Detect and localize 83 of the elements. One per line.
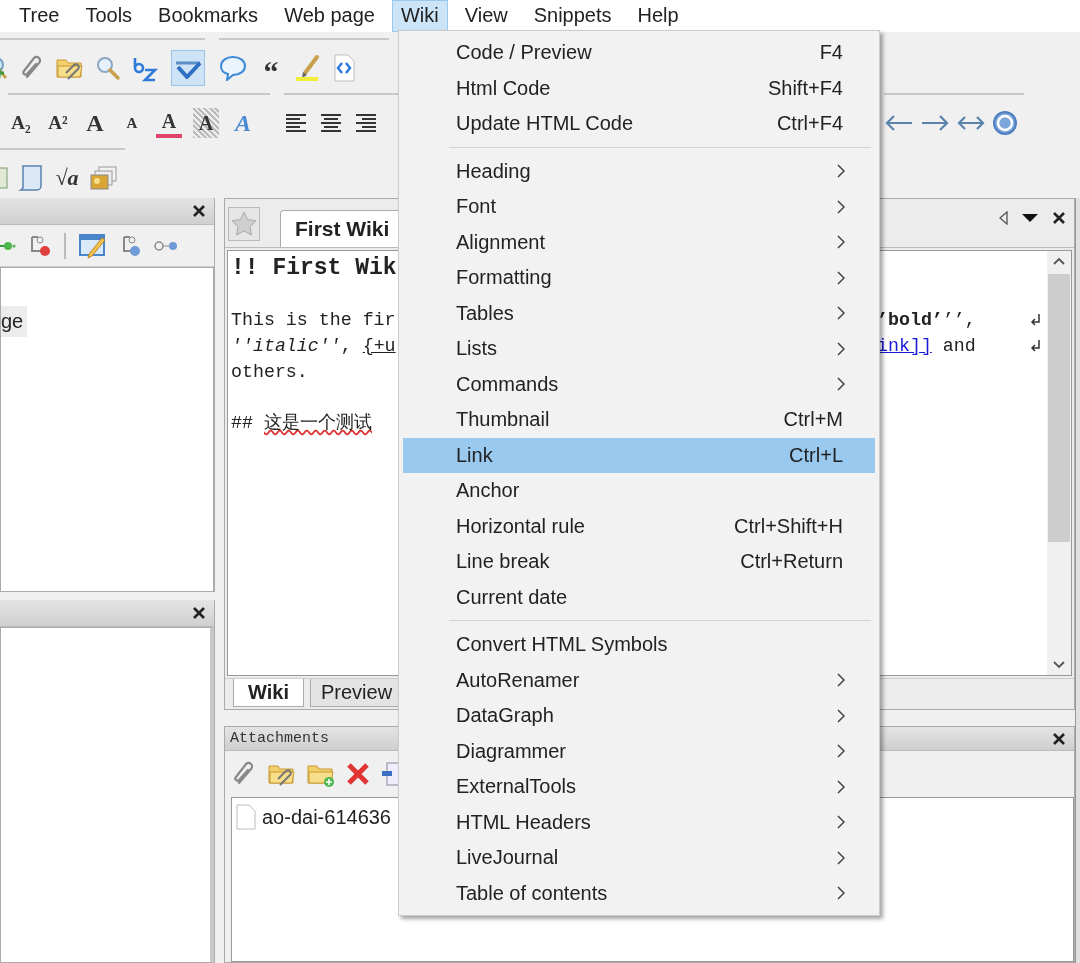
images-icon[interactable] <box>90 165 118 191</box>
menu-item[interactable]: Heading <box>403 153 875 189</box>
code-document-icon[interactable] <box>332 54 356 82</box>
menu-item[interactable]: Font <box>403 189 875 225</box>
branch-node-icon[interactable] <box>120 233 142 258</box>
menu-item[interactable]: LiveJournal <box>403 840 875 876</box>
editor-text: !! First Wik <box>231 255 397 281</box>
align-center-icon[interactable] <box>319 112 343 134</box>
menu-item[interactable]: Web page <box>275 0 384 32</box>
menu-item[interactable]: Wiki <box>391 0 448 32</box>
menu-item[interactable]: AutoRenamer <box>403 662 875 698</box>
scroll-icon[interactable] <box>18 164 44 192</box>
align-right-icon[interactable] <box>354 112 378 134</box>
tab-list-icon[interactable] <box>1022 213 1038 223</box>
close-icon[interactable] <box>1052 731 1066 746</box>
quote-button[interactable]: “ <box>258 55 284 81</box>
menu-item[interactable]: Link Ctrl+L <box>403 437 875 473</box>
spellcheck-button[interactable] <box>171 50 205 86</box>
editor-text: ''italic'', <box>231 336 353 356</box>
menu-item[interactable]: Current date <box>403 579 875 615</box>
line-wrap-icon <box>1029 312 1041 328</box>
menu-item[interactable]: Tables <box>403 295 875 331</box>
editor-text: ’bold’’’, <box>877 310 976 330</box>
menu-item[interactable]: DataGraph <box>403 698 875 734</box>
menu-item[interactable]: Commands <box>403 366 875 402</box>
scrollbar-thumb[interactable] <box>1048 274 1070 542</box>
wiki-link[interactable]: ink]] <box>877 336 932 356</box>
menu-item[interactable]: Convert HTML Symbols <box>403 627 875 663</box>
superscript-button[interactable]: A² <box>45 108 71 138</box>
menu-item[interactable]: Tools <box>76 0 142 32</box>
search-icon[interactable] <box>95 55 121 81</box>
font-shrink-button[interactable]: A <box>119 108 145 138</box>
scroll-tabs-left-icon[interactable] <box>998 211 1008 225</box>
editor-text: {+u <box>362 336 396 356</box>
page-item[interactable]: ge <box>1 306 28 337</box>
editor-text: others. <box>231 362 308 382</box>
menu-item[interactable]: Html Code Shift+F4 <box>403 70 875 106</box>
speech-bubble-icon[interactable] <box>219 55 247 81</box>
line-wrap-icon <box>1029 338 1041 354</box>
editor-text: This is the fir <box>231 310 396 330</box>
menu-item[interactable]: ExternalTools <box>403 769 875 805</box>
menu-item[interactable]: HTML Headers <box>403 804 875 840</box>
menu-item[interactable]: Code / Preview F4 <box>403 35 875 71</box>
panel-title: Attachments <box>230 730 330 747</box>
menu-item[interactable]: Thumbnail Ctrl+M <box>403 402 875 438</box>
linked-nodes-icon[interactable] <box>154 238 178 253</box>
square-root-button[interactable]: √a <box>54 163 80 193</box>
view-tab[interactable]: Wiki <box>233 679 304 707</box>
editor-text: 这是一个测试 <box>263 411 372 432</box>
menu-item[interactable]: Bookmarks <box>149 0 268 32</box>
menu-item[interactable]: Tree <box>10 0 69 32</box>
menu-item[interactable]: Line break Ctrl+Return <box>403 544 875 580</box>
menu-item[interactable]: Anchor <box>403 473 875 509</box>
close-icon[interactable] <box>192 606 206 620</box>
edit-window-icon[interactable] <box>78 231 108 260</box>
menu-item[interactable]: Lists <box>403 331 875 367</box>
delete-icon[interactable] <box>346 762 370 786</box>
arrow-left-icon[interactable] <box>884 113 914 133</box>
menu-item[interactable]: Snippets <box>524 0 621 32</box>
star-icon <box>231 211 257 237</box>
editor-text: and <box>941 336 976 356</box>
highlighter-icon[interactable] <box>295 55 321 81</box>
arrow-right-icon[interactable] <box>920 113 950 133</box>
menu-item[interactable]: Alignment <box>403 224 875 260</box>
close-icon[interactable] <box>1052 211 1066 225</box>
editor-text: ## <box>231 413 254 433</box>
document-icon <box>236 804 256 830</box>
font-grow-button[interactable]: A <box>82 108 108 138</box>
branch-dot-icon[interactable] <box>28 233 52 258</box>
menu-item[interactable]: Help <box>628 0 688 32</box>
close-icon[interactable] <box>192 204 206 218</box>
subscript-button[interactable]: A₂ <box>8 108 34 138</box>
font-color-button[interactable]: A <box>156 108 182 138</box>
align-left-icon[interactable] <box>284 112 308 134</box>
menu-item[interactable]: Update HTML Code Ctrl+F4 <box>403 106 875 142</box>
insert-icon[interactable] <box>381 761 401 787</box>
attachment-file[interactable]: ao-dai-614636 <box>262 805 391 829</box>
menu-item[interactable]: View <box>455 0 517 32</box>
menu-item[interactable]: Horizontal rule Ctrl+Shift+H <box>403 508 875 544</box>
menu-item[interactable]: Formatting <box>403 260 875 296</box>
menu-item[interactable]: Diagrammer <box>403 733 875 769</box>
highlight-button[interactable]: A <box>193 108 219 138</box>
menu-item[interactable]: Table of contents <box>403 875 875 911</box>
